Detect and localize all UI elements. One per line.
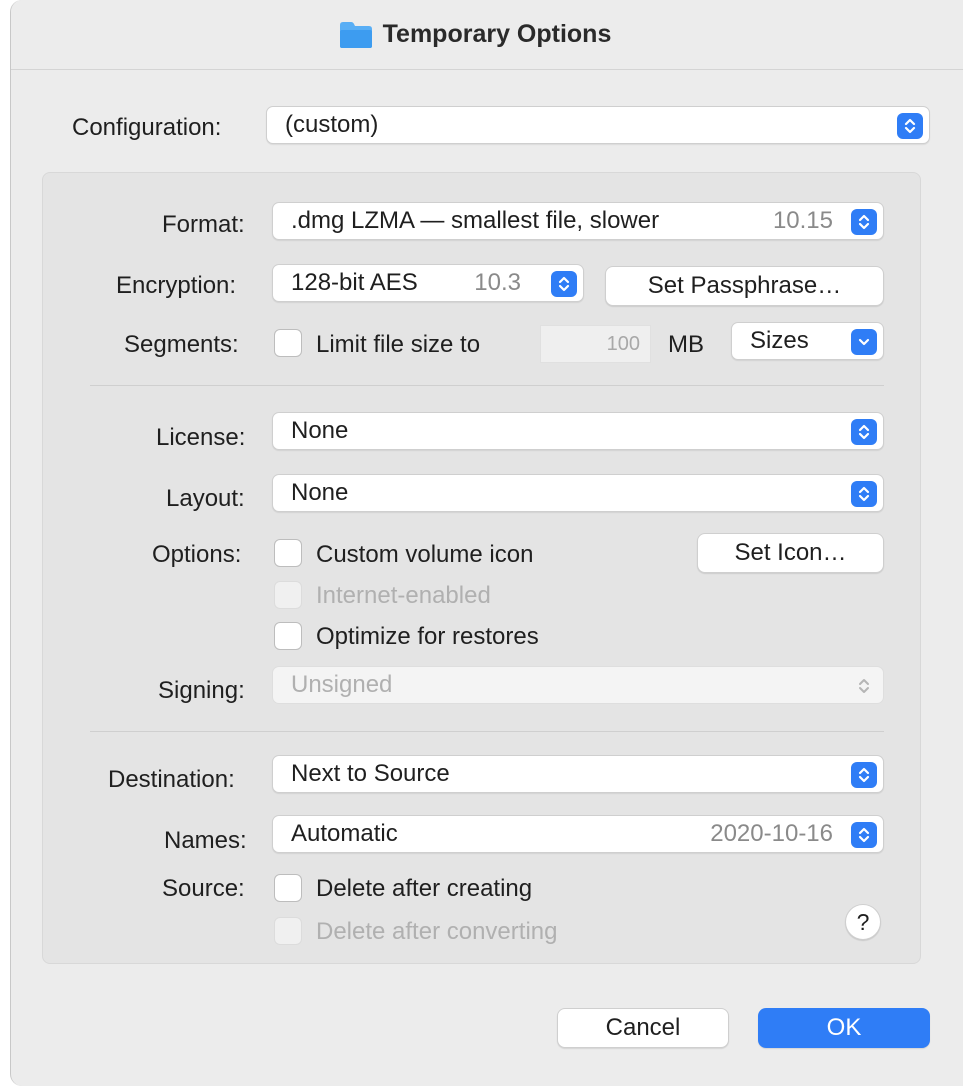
set-icon-button[interactable]: Set Icon… bbox=[697, 533, 884, 573]
signing-popup: Unsigned bbox=[272, 666, 884, 704]
set-passphrase-button[interactable]: Set Passphrase… bbox=[605, 266, 884, 306]
segments-label: Segments: bbox=[124, 331, 239, 358]
up-down-chevron-icon bbox=[897, 113, 923, 139]
configuration-label: Configuration: bbox=[72, 114, 222, 141]
format-popup[interactable]: .dmg LZMA — smallest file, slower 10.15 bbox=[272, 202, 884, 240]
destination-value: Next to Source bbox=[291, 760, 450, 787]
cancel-button[interactable]: Cancel bbox=[557, 1008, 729, 1048]
title-wrap: Temporary Options bbox=[339, 20, 612, 49]
signing-label: Signing: bbox=[158, 677, 245, 704]
license-value: None bbox=[291, 417, 349, 444]
encryption-popup[interactable]: 128-bit AES 10.3 bbox=[272, 264, 584, 302]
internet-enabled-label: Internet-enabled bbox=[316, 582, 491, 609]
limit-file-size-checkbox[interactable] bbox=[274, 329, 302, 357]
layout-label: Layout: bbox=[166, 485, 245, 512]
up-down-chevron-icon bbox=[851, 209, 877, 235]
separator bbox=[90, 385, 884, 386]
window-title: Temporary Options bbox=[382, 20, 612, 48]
chevron-down-icon bbox=[851, 329, 877, 355]
names-date: 2020-10-16 bbox=[710, 820, 833, 847]
encryption-label: Encryption: bbox=[116, 272, 237, 299]
names-label: Names: bbox=[164, 827, 247, 854]
up-down-chevron-icon bbox=[851, 481, 877, 507]
configuration-popup[interactable]: (custom) bbox=[266, 106, 930, 144]
internet-enabled-checkbox bbox=[274, 581, 302, 609]
encryption-version: 10.3 bbox=[474, 269, 521, 296]
custom-volume-icon-label: Custom volume icon bbox=[316, 541, 534, 568]
names-value: Automatic bbox=[291, 820, 398, 847]
license-label: License: bbox=[156, 424, 246, 451]
source-label: Source: bbox=[162, 875, 245, 902]
sizes-label: Sizes bbox=[750, 327, 809, 354]
separator bbox=[90, 731, 884, 732]
folder-icon bbox=[339, 21, 372, 48]
size-unit-label: MB bbox=[668, 331, 704, 358]
delete-after-converting-label: Delete after converting bbox=[316, 918, 558, 945]
optimize-for-restores-checkbox[interactable] bbox=[274, 622, 302, 650]
help-button[interactable]: ? bbox=[845, 904, 881, 940]
delete-after-creating-label: Delete after creating bbox=[316, 875, 533, 902]
format-label: Format: bbox=[162, 211, 245, 238]
up-down-chevron-icon bbox=[851, 673, 877, 699]
delete-after-converting-checkbox bbox=[274, 917, 302, 945]
destination-popup[interactable]: Next to Source bbox=[272, 755, 884, 793]
format-value: .dmg LZMA — smallest file, slower bbox=[291, 207, 660, 234]
up-down-chevron-icon bbox=[851, 762, 877, 788]
options-label: Options: bbox=[152, 541, 242, 568]
custom-volume-icon-checkbox[interactable] bbox=[274, 539, 302, 567]
format-version: 10.15 bbox=[772, 207, 833, 234]
optimize-for-restores-label: Optimize for restores bbox=[316, 623, 539, 650]
limit-file-size-label: Limit file size to bbox=[316, 331, 481, 358]
up-down-chevron-icon bbox=[851, 822, 877, 848]
layout-value: None bbox=[291, 479, 349, 506]
delete-after-creating-checkbox[interactable] bbox=[274, 874, 302, 902]
up-down-chevron-icon bbox=[551, 271, 577, 297]
ok-button[interactable]: OK bbox=[758, 1008, 930, 1048]
configuration-value: (custom) bbox=[285, 111, 379, 138]
signing-value: Unsigned bbox=[291, 671, 393, 698]
destination-label: Destination: bbox=[108, 766, 235, 793]
file-size-field[interactable]: 100 bbox=[540, 325, 651, 363]
sizes-pulldown[interactable]: Sizes bbox=[731, 322, 884, 360]
up-down-chevron-icon bbox=[851, 419, 877, 445]
encryption-value: 128-bit AES bbox=[291, 269, 418, 296]
title-bar: Temporary Options bbox=[11, 0, 963, 70]
names-popup[interactable]: Automatic 2020-10-16 bbox=[272, 815, 884, 853]
license-popup[interactable]: None bbox=[272, 412, 884, 450]
layout-popup[interactable]: None bbox=[272, 474, 884, 512]
